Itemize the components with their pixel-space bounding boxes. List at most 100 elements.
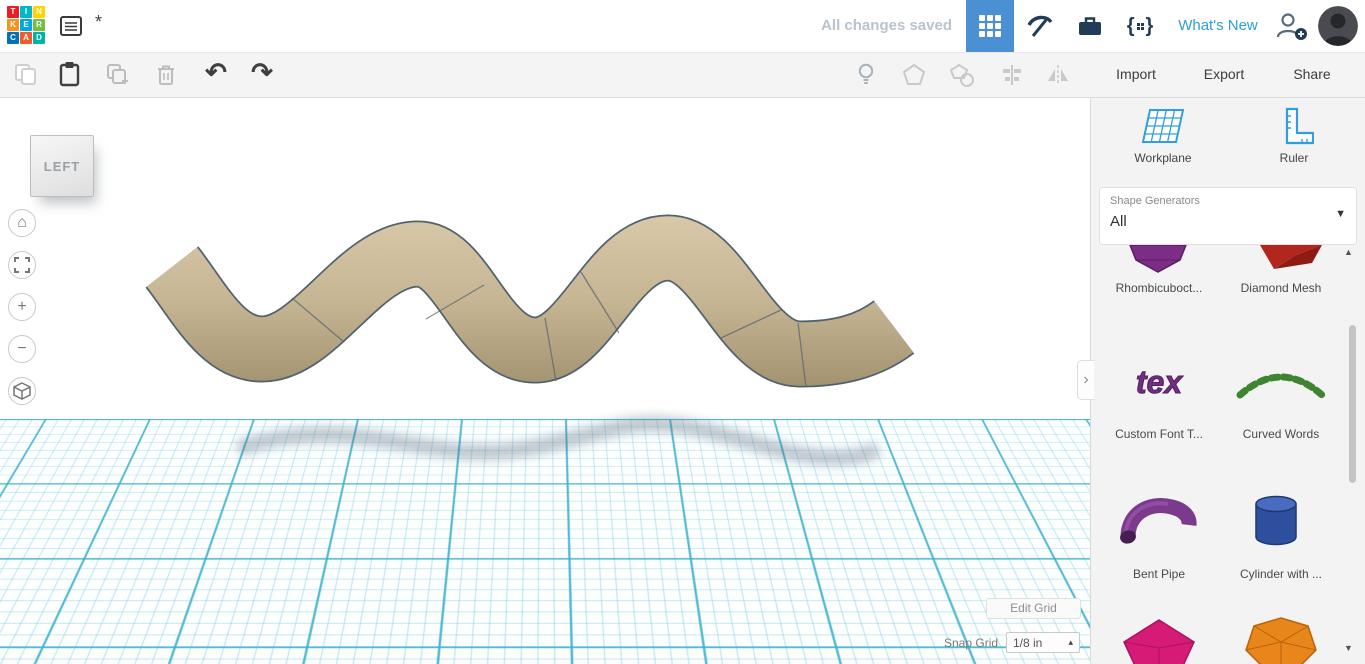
snap-grid-label: Snap Grid xyxy=(944,636,999,650)
lightbulb-icon xyxy=(858,63,874,84)
zoom-out-icon: − xyxy=(17,340,27,357)
object-shadow xyxy=(235,416,882,466)
edit-grid-button[interactable]: Edit Grid xyxy=(986,598,1081,619)
logo-tile: T xyxy=(7,6,19,18)
bent-pipe-icon xyxy=(1120,498,1197,544)
snap-grid-select[interactable]: 1/8 in ▴ xyxy=(1006,632,1080,653)
zoom-in-button[interactable]: + xyxy=(8,293,36,321)
view-cube[interactable]: LEFT xyxy=(30,135,94,197)
import-button[interactable]: Import xyxy=(1100,60,1172,89)
user-avatar[interactable] xyxy=(1318,6,1358,46)
grid-icon xyxy=(979,15,1001,37)
curved-words-icon xyxy=(1236,373,1326,399)
viewport-3d[interactable]: LEFT ⌂ + − Edit Grid Snap Grid 1/8 in ▴ xyxy=(0,97,1090,664)
codeblocks-button[interactable]: {} xyxy=(1116,0,1164,52)
view-cube-face-label: LEFT xyxy=(43,158,81,174)
workplane-tool[interactable]: Workplane xyxy=(1103,107,1223,165)
show-hide-button[interactable] xyxy=(852,60,880,88)
chevron-right-icon: › xyxy=(1083,371,1089,388)
snap-grid-value: 1/8 in xyxy=(1013,635,1043,650)
shape-item-diamond-mesh[interactable] xyxy=(1221,245,1341,277)
design-properties-button[interactable] xyxy=(58,13,84,39)
wave-tube-object[interactable] xyxy=(145,214,915,388)
shape-generators-dropdown[interactable]: Shape Generators All ▼ xyxy=(1099,187,1357,245)
tinkercad-logo[interactable]: TIN KER CAD xyxy=(7,6,45,44)
cube-icon xyxy=(13,382,31,400)
shape-item-curved-words[interactable] xyxy=(1221,349,1341,413)
shape-item-partial[interactable] xyxy=(1221,612,1341,664)
shape-item-label: Curved Words xyxy=(1242,427,1320,441)
svg-text:tex: tex xyxy=(1136,364,1183,400)
fit-view-button[interactable] xyxy=(8,251,36,279)
logo-tile: K xyxy=(7,19,19,31)
trash-icon xyxy=(158,65,174,85)
group-button[interactable] xyxy=(900,61,928,89)
shape-item-label: Diamond Mesh xyxy=(1240,281,1322,295)
workplane-view-button[interactable] xyxy=(8,377,36,405)
ruler-tool-label: Ruler xyxy=(1279,151,1309,165)
shape-item-bent-pipe[interactable] xyxy=(1099,487,1219,551)
workplane-icon xyxy=(1141,109,1185,143)
undo-icon: ↶ xyxy=(205,57,227,87)
top-bar: TIN KER CAD * All changes saved {} What's … xyxy=(0,0,1365,53)
export-button[interactable]: Export xyxy=(1188,60,1260,89)
pickaxe-icon xyxy=(1027,15,1053,37)
copy-button[interactable] xyxy=(12,61,40,89)
projects-button[interactable] xyxy=(1066,0,1114,52)
scrollbar-thumb[interactable] xyxy=(1349,325,1356,483)
rhombicuboctahedron-icon xyxy=(1129,245,1187,273)
briefcase-icon xyxy=(1079,17,1101,35)
logo-tile: I xyxy=(20,6,32,18)
logo-tile: N xyxy=(33,6,45,18)
pink-polyhedron-icon xyxy=(1123,619,1195,664)
align-button[interactable] xyxy=(998,61,1026,89)
scrollbar-up-button[interactable]: ▲ xyxy=(1344,247,1353,257)
dropdown-caret-icon: ▼ xyxy=(1335,208,1346,220)
shape-item-label: Custom Font T... xyxy=(1115,427,1203,441)
shape-item-label: Cylinder with ... xyxy=(1239,567,1323,581)
shapes-panel: Workplane Ruler Shape Generators All ▼ R… xyxy=(1090,97,1365,664)
delete-button[interactable] xyxy=(152,61,180,89)
ungroup-button[interactable] xyxy=(948,61,976,89)
scrollbar-down-button[interactable]: ▼ xyxy=(1344,643,1353,653)
scene-3d xyxy=(145,214,915,466)
scroll-down-icon: ▼ xyxy=(1344,643,1353,653)
person-add-icon xyxy=(1276,13,1307,40)
scroll-up-icon: ▲ xyxy=(1344,247,1353,257)
shape-item-rhombicuboctahedron[interactable] xyxy=(1099,245,1219,277)
shape-item-cylinder[interactable] xyxy=(1221,487,1341,551)
home-icon: ⌂ xyxy=(17,214,27,231)
zoom-out-button[interactable]: − xyxy=(8,335,36,363)
shape-item-label: Bent Pipe xyxy=(1132,567,1186,581)
duplicate-button[interactable] xyxy=(104,61,132,89)
ruler-icon xyxy=(1285,107,1314,145)
whats-new-link[interactable]: What's New xyxy=(1168,0,1268,52)
redo-button[interactable]: ↷ xyxy=(248,58,276,86)
ungroup-icon xyxy=(949,63,974,87)
shape-item-partial[interactable] xyxy=(1099,612,1219,664)
logo-tile: R xyxy=(33,19,45,31)
paste-button[interactable] xyxy=(56,60,84,88)
shape-item-custom-font-text[interactable]: tex xyxy=(1099,349,1219,413)
undo-button[interactable]: ↶ xyxy=(202,58,230,86)
invite-collaborator-button[interactable] xyxy=(1274,11,1308,41)
home-view-button[interactable]: ⌂ xyxy=(8,209,36,237)
zoom-in-icon: + xyxy=(17,298,27,315)
properties-list-icon xyxy=(60,16,82,36)
orange-polyhedron-icon xyxy=(1245,617,1317,664)
duplicate-icon xyxy=(107,64,128,84)
collapse-panel-button[interactable]: › xyxy=(1077,360,1094,400)
logo-tile: C xyxy=(7,32,19,44)
paste-icon xyxy=(59,62,80,87)
custom-font-text-icon: tex xyxy=(1135,364,1183,401)
mirror-button[interactable] xyxy=(1044,61,1072,89)
snap-grid-caret-icon: ▴ xyxy=(1068,637,1073,647)
codeblocks-icon: {} xyxy=(1126,14,1154,37)
ruler-tool[interactable]: Ruler xyxy=(1234,107,1354,165)
dashboard-grid-button[interactable] xyxy=(966,0,1014,52)
shape-generators-label: Shape Generators xyxy=(1110,195,1200,207)
tinker-button[interactable] xyxy=(1016,0,1064,52)
avatar-photo xyxy=(1318,6,1358,46)
fit-view-icon xyxy=(14,257,30,273)
share-button[interactable]: Share xyxy=(1276,60,1348,89)
